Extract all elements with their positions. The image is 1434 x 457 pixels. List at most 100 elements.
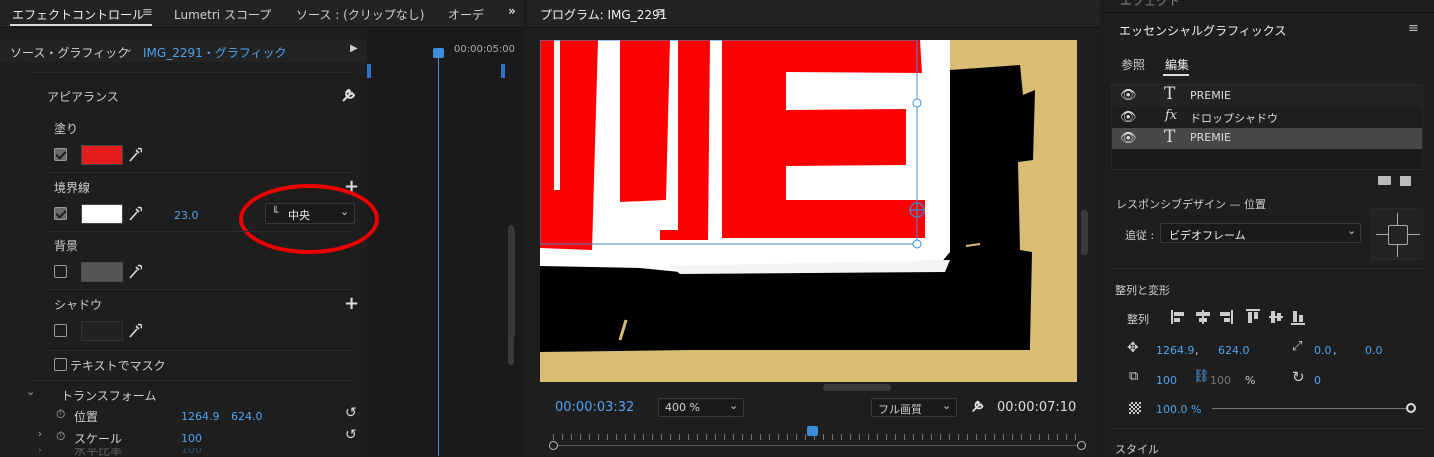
chevron-right-icon[interactable]: › xyxy=(38,429,42,440)
text-layer-icon: T xyxy=(1164,84,1176,104)
rotation-value[interactable]: 0 xyxy=(1314,374,1321,387)
pin-right xyxy=(1408,234,1420,235)
essential-graphics-title[interactable]: エッセンシャルグラフィックス xyxy=(1119,22,1286,39)
in-point-handle[interactable] xyxy=(549,441,558,450)
eyedropper-icon[interactable] xyxy=(128,147,142,163)
tab-edit[interactable]: 編集 xyxy=(1165,56,1189,73)
eyedropper-icon[interactable] xyxy=(128,323,142,339)
effect-panel-scrollbar[interactable] xyxy=(509,228,515,338)
monitor-h-scrollbar[interactable] xyxy=(823,384,891,391)
program-menu-icon[interactable]: ≡ xyxy=(655,5,666,20)
opacity-slider-handle[interactable] xyxy=(1406,403,1416,413)
effects-tab-clipped[interactable]: エフェクト xyxy=(1120,0,1180,8)
program-video-frame[interactable] xyxy=(540,40,1077,382)
text-layer-icon: T xyxy=(1164,127,1176,147)
stroke-width-value[interactable]: 23.0 xyxy=(174,209,199,222)
reset-icon[interactable]: ↺ xyxy=(345,405,357,421)
fill-checkbox[interactable] xyxy=(54,148,67,161)
wrench-icon[interactable] xyxy=(970,398,986,414)
chevron-down-icon[interactable]: ⌄ xyxy=(26,385,35,398)
program-playhead[interactable] xyxy=(806,426,818,436)
eye-icon[interactable]: 👁 xyxy=(1120,131,1137,146)
tab-menu-icon[interactable]: ≡ xyxy=(142,5,153,20)
tab-audio[interactable]: オーデ xyxy=(448,6,484,23)
divider xyxy=(32,72,354,73)
wrench-icon[interactable] xyxy=(340,86,358,104)
follow-value: ビデオフレーム xyxy=(1169,229,1246,242)
monitor-v-scrollbar[interactable] xyxy=(1081,210,1088,255)
eyedropper-icon[interactable] xyxy=(128,206,142,222)
stopwatch-icon[interactable]: ⏱ xyxy=(56,407,65,422)
anchor-y-value[interactable]: 0.0 xyxy=(1365,344,1383,357)
position-x-value[interactable]: 1264.9 xyxy=(181,410,220,423)
pos-x-value[interactable]: 1264.9 xyxy=(1156,344,1195,357)
comma-separator: , xyxy=(1333,344,1337,357)
play-triangle-icon[interactable]: ▶ xyxy=(350,43,358,54)
scale-value[interactable]: 100 xyxy=(1156,374,1177,387)
chevron-right-icon: › xyxy=(38,448,42,456)
layer-name: PREMIE xyxy=(1190,89,1231,102)
essential-menu-icon[interactable]: ≡ xyxy=(1408,21,1419,36)
current-timecode[interactable]: 00:00:03:32 xyxy=(555,400,634,415)
opacity-icon xyxy=(1129,402,1141,414)
new-item-icon[interactable] xyxy=(1400,176,1411,186)
stopwatch-icon[interactable]: ⏱ xyxy=(56,429,65,444)
shadow-checkbox[interactable] xyxy=(54,324,67,337)
program-tabbar: プログラム: IMG_2291 ≡ xyxy=(527,0,1100,28)
eye-icon[interactable]: 👁 xyxy=(1120,88,1137,103)
active-tab-underline xyxy=(10,24,152,26)
divider xyxy=(48,172,354,173)
effect-controls-panel: エフェクトコントロール ≡ Lumetri スコープ ソース : (クリップなし… xyxy=(0,0,523,456)
tab-source[interactable]: ソース : (クリップなし) xyxy=(296,6,424,23)
comma-separator: , xyxy=(1195,344,1199,357)
responsive-design-label: レスポンシブデザイン — 位置 xyxy=(1116,198,1266,211)
mini-playhead-handle[interactable] xyxy=(433,48,444,58)
tab-lumetri-scopes[interactable]: Lumetri スコープ xyxy=(174,6,271,23)
program-title[interactable]: プログラム: IMG_2291 xyxy=(540,6,667,23)
eyedropper-icon[interactable] xyxy=(128,264,142,280)
add-shadow-plus-icon[interactable]: + xyxy=(344,295,359,313)
zoom-dropdown[interactable]: 400 % ⌄ xyxy=(658,398,744,417)
overflow-tabs-icon[interactable]: » xyxy=(508,4,516,18)
background-color-swatch[interactable] xyxy=(81,262,123,282)
chevron-down-icon[interactable]: ⌄ xyxy=(124,42,133,55)
transform-header: トランスフォーム xyxy=(61,389,157,403)
mask-with-text-checkbox[interactable] xyxy=(54,358,67,371)
position-y-value[interactable]: 624.0 xyxy=(231,410,263,423)
folder-icon[interactable] xyxy=(1378,176,1391,185)
quality-dropdown[interactable]: フル画質 ⌄ xyxy=(871,398,957,417)
pos-y-value[interactable]: 624.0 xyxy=(1218,344,1250,357)
background-checkbox[interactable] xyxy=(54,265,67,278)
program-time-ruler[interactable] xyxy=(549,426,1086,452)
clip-label[interactable]: IMG_2291・グラフィック xyxy=(143,44,287,61)
scale-value[interactable]: 100 xyxy=(181,432,202,445)
follow-label: 追従 : xyxy=(1125,229,1155,242)
fill-color-swatch[interactable] xyxy=(81,145,123,165)
reset-icon[interactable]: ↺ xyxy=(345,427,357,443)
link-icon[interactable]: ⛓ xyxy=(1193,369,1210,384)
mini-timeline-timecode: 00:00:05:00 xyxy=(454,44,516,55)
list-item[interactable]: 👁 T PREMIE xyxy=(1112,84,1422,107)
stroke-color-swatch[interactable] xyxy=(81,204,123,224)
stroke-checkbox[interactable] xyxy=(54,207,67,220)
list-item[interactable]: 👁 T PREMIE xyxy=(1112,127,1422,149)
range-end-marker xyxy=(501,64,505,78)
shadow-color-swatch[interactable] xyxy=(81,321,123,341)
anchor-x-value[interactable]: 0.0 xyxy=(1314,344,1332,357)
mini-playhead-line xyxy=(438,50,439,456)
follow-dropdown[interactable]: ビデオフレーム ⌄ xyxy=(1160,223,1361,243)
pin-to-edges-widget[interactable] xyxy=(1371,208,1423,260)
tab-browse[interactable]: 参照 xyxy=(1121,56,1145,73)
opacity-slider-track[interactable] xyxy=(1212,408,1410,409)
appearance-header: アピアランス xyxy=(47,90,119,104)
quality-value: フル画質 xyxy=(878,403,922,416)
tab-effect-controls[interactable]: エフェクトコントロール xyxy=(12,6,144,23)
out-point-handle[interactable] xyxy=(1077,441,1086,450)
eye-icon[interactable]: 👁 xyxy=(1120,110,1137,125)
opacity-value[interactable]: 100.0 % xyxy=(1156,403,1201,416)
mini-timeline[interactable]: 00:00:05:00 xyxy=(367,30,523,456)
fill-label: 塗り xyxy=(54,122,79,136)
mask-with-text-label: テキストでマスク xyxy=(70,359,166,373)
list-item[interactable]: 👁 fx ドロップシャドウ xyxy=(1112,107,1422,128)
scale-icon: ⧉ xyxy=(1129,369,1139,384)
